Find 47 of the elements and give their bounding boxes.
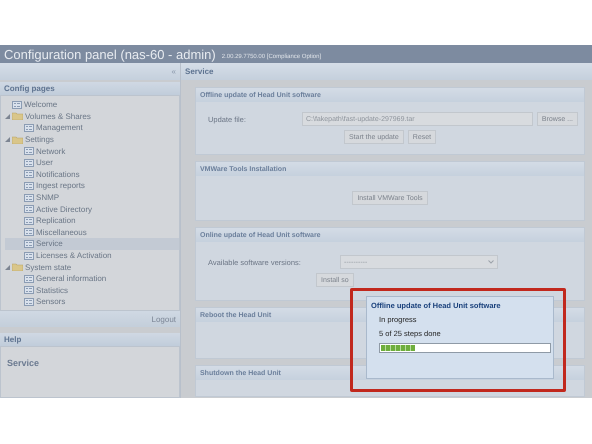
page-icon [24,194,34,202]
content-title: Service [181,63,592,80]
tree-item[interactable]: Miscellaneous [5,226,179,238]
page-icon [24,124,34,132]
tree-item[interactable]: Ingest reports [5,180,179,192]
help-heading: Service [7,358,40,368]
tree-item[interactable]: Active Directory [5,203,179,215]
help-title: Help [0,333,180,346]
page-icon [24,228,34,236]
chevron-down-icon [488,260,494,264]
tree-item[interactable]: Settings [5,134,179,146]
tree-item[interactable]: Network [5,145,179,157]
tree-item[interactable]: Licenses & Activation [5,250,179,262]
page-icon [24,182,34,190]
page-icon [24,170,34,178]
page-icon [24,158,34,167]
tree-item[interactable]: Volumes & Shares [5,110,179,122]
page-icon [24,298,34,306]
tree-item[interactable]: Replication [5,214,179,227]
expand-triangle-icon[interactable] [5,137,10,142]
folder-icon [12,263,23,272]
page-icon [24,205,34,214]
tree-item[interactable]: Notifications [5,168,179,180]
tree-item[interactable]: General information [5,272,179,284]
logout-link[interactable]: Logout [0,311,180,327]
page-icon [12,100,22,109]
page-icon [24,274,34,283]
window-title: Configuration panel (nas-60 - admin) [4,47,216,62]
page-icon [24,216,34,225]
page-icon [24,286,34,294]
folder-icon [12,112,23,120]
tree-item[interactable]: System state [5,261,179,273]
tree-item[interactable]: SNMP [5,192,179,204]
expand-triangle-icon[interactable] [5,114,10,119]
page-icon [24,252,34,260]
tree-item[interactable]: Management [5,122,179,134]
page-icon [24,240,34,248]
tree-item[interactable]: Welcome [5,99,179,111]
expand-triangle-icon[interactable] [5,264,10,270]
folder-icon [12,136,23,144]
tree-item[interactable]: Sensors [5,296,179,308]
tree-item[interactable]: User [5,156,179,169]
sidebar-title: Config pages [0,82,180,95]
tree-item[interactable]: Statistics [5,284,179,296]
tree-item[interactable]: Service [5,238,179,250]
page-icon [24,147,34,156]
collapse-button[interactable]: « [172,67,176,76]
